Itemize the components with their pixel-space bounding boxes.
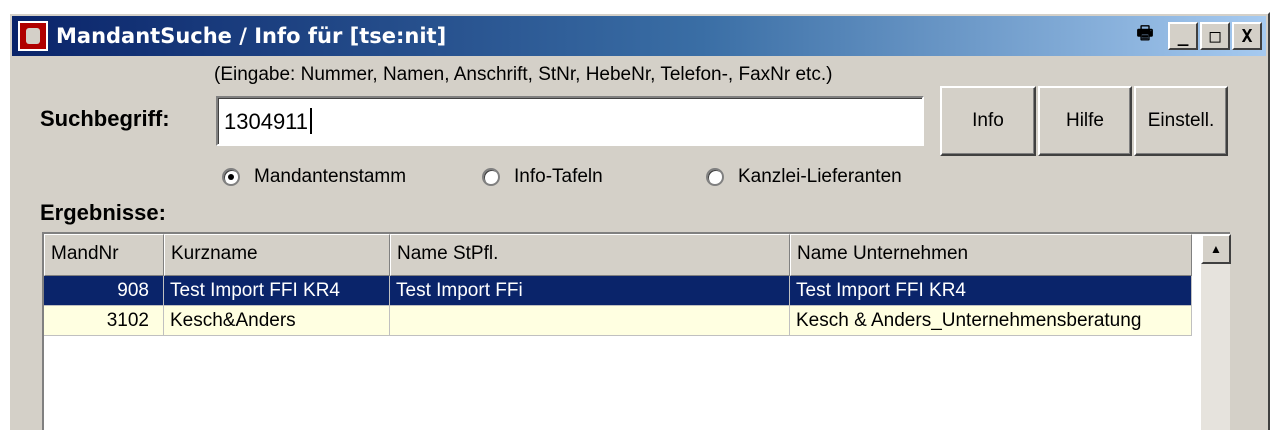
radio-checked-icon [222, 168, 240, 186]
cell-kurzname: Test Import FFI KR4 [164, 276, 390, 306]
cell-name-stpfl: Test Import FFi [390, 276, 790, 306]
search-input[interactable]: 1304911 [216, 96, 924, 146]
radio-kanzlei-lieferanten[interactable]: Kanzlei-Lieferanten [706, 166, 902, 188]
radio-unchecked-icon [482, 168, 500, 186]
table-row[interactable]: 908 Test Import FFI KR4 Test Import FFi … [44, 276, 1192, 306]
grid-header: MandNr Kurzname Name StPfl. Name Unterne… [44, 234, 1192, 276]
maximize-button[interactable]: □ [1200, 22, 1230, 50]
radio-mandantenstamm[interactable]: Mandantenstamm [222, 166, 406, 188]
cell-mandnr: 3102 [44, 306, 164, 336]
cell-name-unternehmen: Kesch & Anders_Unternehmensberatung [790, 306, 1192, 336]
search-label: Suchbegriff: [40, 106, 170, 131]
search-value: 1304911 [224, 109, 309, 134]
column-header-kurzname[interactable]: Kurzname [164, 234, 390, 276]
radio-info-tafeln[interactable]: Info-Tafeln [482, 166, 603, 188]
vertical-scrollbar[interactable]: ▲ [1200, 234, 1231, 430]
printer-icon[interactable]: 🖶 [1130, 22, 1160, 50]
column-header-name-unternehmen[interactable]: Name Unternehmen [790, 234, 1192, 276]
results-grid: MandNr Kurzname Name StPfl. Name Unterne… [42, 232, 1231, 430]
close-button[interactable]: X [1232, 22, 1262, 50]
cell-mandnr: 908 [44, 276, 164, 306]
search-hint: (Eingabe: Nummer, Namen, Anschrift, StNr… [214, 64, 833, 85]
window-controls: 🖶 _ □ X [1128, 22, 1262, 50]
scroll-up-arrow-icon[interactable]: ▲ [1201, 234, 1231, 264]
cell-name-unternehmen: Test Import FFI KR4 [790, 276, 1192, 306]
window-title: MandantSuche / Info für [tse:nit] [56, 24, 447, 48]
hilfe-button[interactable]: Hilfe [1038, 86, 1132, 156]
radio-label: Kanzlei-Lieferanten [738, 166, 902, 187]
column-header-name-stpfl[interactable]: Name StPfl. [390, 234, 790, 276]
info-button[interactable]: Info [940, 86, 1036, 156]
cell-name-stpfl [390, 306, 790, 336]
einstellungen-button[interactable]: Einstell. [1134, 86, 1228, 156]
results-label: Ergebnisse: [40, 200, 166, 225]
radio-label: Info-Tafeln [514, 166, 603, 187]
cell-kurzname: Kesch&Anders [164, 306, 390, 336]
table-row[interactable]: 3102 Kesch&Anders Kesch & Anders_Unterne… [44, 306, 1192, 336]
title-bar[interactable]: MandantSuche / Info für [tse:nit] 🖶 _ □ … [12, 16, 1266, 56]
minimize-button[interactable]: _ [1168, 22, 1198, 50]
text-caret [310, 108, 313, 134]
column-header-mandnr[interactable]: MandNr [44, 234, 164, 276]
app-icon[interactable] [18, 21, 48, 51]
radio-label: Mandantenstamm [254, 166, 407, 187]
radio-unchecked-icon [706, 168, 724, 186]
